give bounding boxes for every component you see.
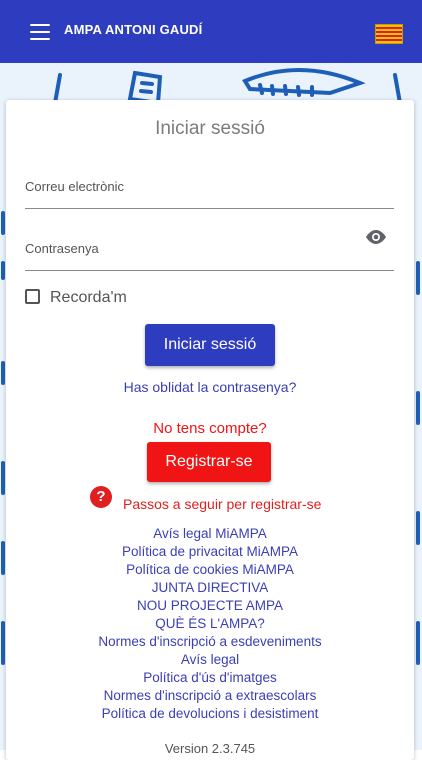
link-cookies-miampa[interactable]: Política de cookies MiAMPA: [6, 561, 414, 579]
link-extracurricular-rules[interactable]: Normes d'inscripció a extraescolars: [6, 687, 414, 705]
version-text: Version 2.3.745: [164, 741, 256, 756]
login-button[interactable]: Iniciar sessió: [145, 324, 275, 366]
link-refund-policy[interactable]: Política de devolucions i desistiment: [6, 705, 414, 723]
forgot-password-link[interactable]: Has oblidat la contrasenya?: [6, 379, 414, 395]
link-image-policy[interactable]: Política d'ús d'imatges: [6, 669, 414, 687]
help-icon: ?: [90, 486, 112, 508]
password-underline: [25, 270, 394, 271]
link-legal-miampa[interactable]: Avís legal MiAMPA: [6, 525, 414, 543]
link-privacy-miampa[interactable]: Política de privacitat MiAMPA: [6, 543, 414, 561]
app-bar: AMPA ANTONI GAUDÍ: [0, 0, 422, 63]
app-title: AMPA ANTONI GAUDÍ: [64, 22, 203, 37]
remember-checkbox[interactable]: [25, 289, 40, 304]
link-event-rules[interactable]: Normes d'inscripció a esdeveniments: [6, 633, 414, 651]
password-field[interactable]: [25, 242, 355, 268]
remember-label: Recorda'm: [50, 289, 127, 306]
link-new-project[interactable]: NOU PROJECTE AMPA: [6, 597, 414, 615]
email-field[interactable]: [25, 180, 355, 206]
email-underline: [25, 208, 394, 209]
catalan-flag-icon[interactable]: [375, 24, 403, 44]
no-account-text: No tens compte?: [153, 420, 267, 437]
register-steps-link[interactable]: Passos a seguir per registrar-se: [123, 496, 321, 512]
link-what-is-ampa[interactable]: QUÈ ÉS L'AMPA?: [6, 615, 414, 633]
register-button[interactable]: Registrar-se: [147, 442, 271, 482]
link-legal[interactable]: Avís legal: [6, 651, 414, 669]
footer-links: Avís legal MiAMPA Política de privacitat…: [6, 525, 414, 723]
link-board[interactable]: JUNTA DIRECTIVA: [6, 579, 414, 597]
login-card: Iniciar sessió Correu electrònic Contras…: [6, 100, 414, 760]
menu-icon[interactable]: [30, 24, 50, 40]
eye-icon[interactable]: [364, 228, 388, 246]
login-title: Iniciar sessió: [155, 118, 265, 139]
